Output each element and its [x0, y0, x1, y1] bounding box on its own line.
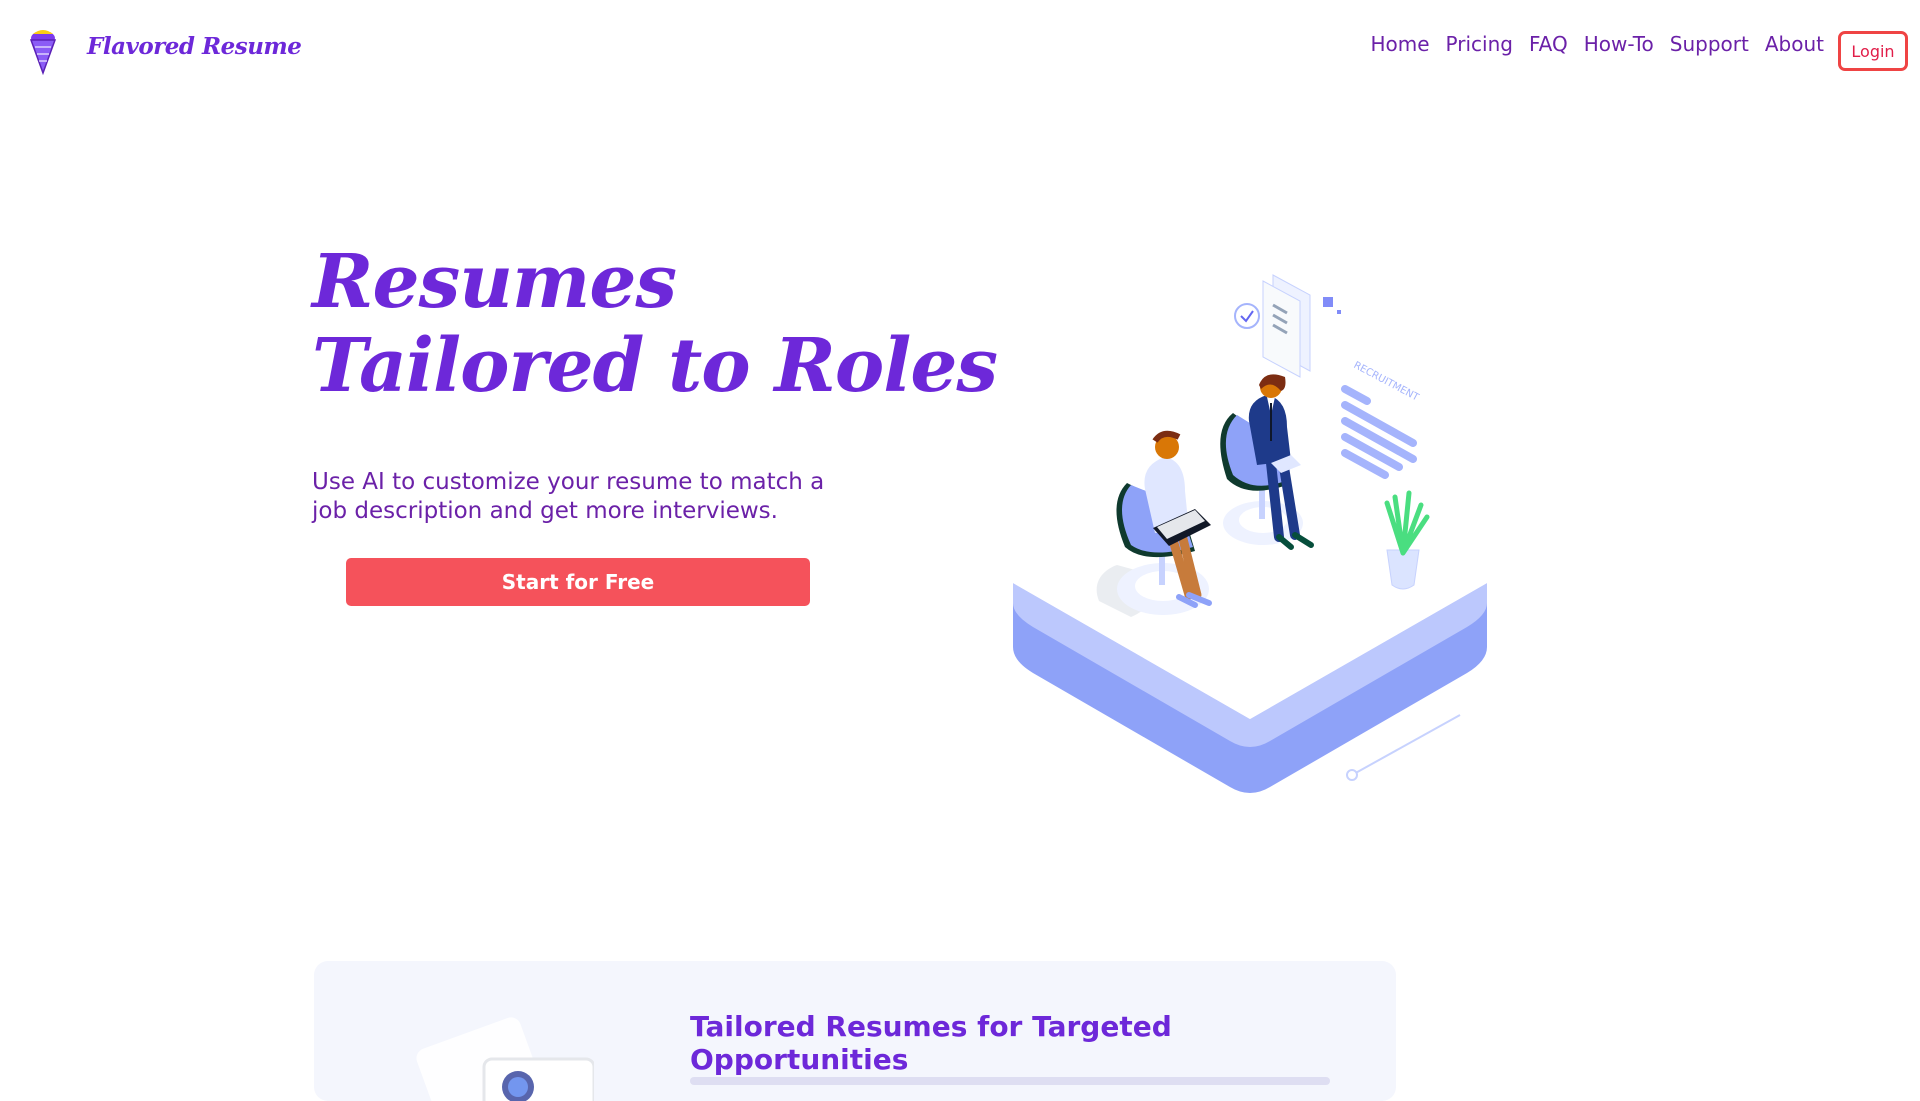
- hero-title: Resumes Tailored to Roles: [312, 239, 998, 409]
- feature-description-fade: [690, 1077, 1330, 1085]
- main-nav: Home Pricing FAQ How-To Support About: [1370, 32, 1824, 56]
- nav-how-to[interactable]: How-To: [1584, 32, 1654, 56]
- recruitment-waiting-room-illustration: RECRUITMENT: [1013, 274, 1487, 793]
- feature-card: Tailored Resumes for Targeted Opportunit…: [314, 961, 1396, 1101]
- resume-document-illustration: [416, 1017, 594, 1101]
- login-button[interactable]: Login: [1838, 31, 1908, 71]
- feature-title: Tailored Resumes for Targeted Opportunit…: [690, 1010, 1172, 1076]
- brand-name[interactable]: Flavored Resume: [87, 33, 302, 60]
- top-navigation-bar: Flavored Resume Home Pricing FAQ How-To …: [0, 0, 1920, 100]
- ice-cream-cone-icon[interactable]: [28, 29, 58, 75]
- start-for-free-button[interactable]: Start for Free: [346, 558, 810, 606]
- nav-home[interactable]: Home: [1370, 32, 1429, 56]
- nav-faq[interactable]: FAQ: [1529, 32, 1568, 56]
- hero-title-line-1: Resumes: [312, 239, 677, 325]
- hero-title-line-2: Tailored to Roles: [312, 323, 998, 409]
- nav-about[interactable]: About: [1765, 32, 1824, 56]
- hero-subtitle: Use AI to customize your resume to match…: [312, 469, 825, 524]
- nav-support[interactable]: Support: [1670, 32, 1749, 56]
- nav-pricing[interactable]: Pricing: [1446, 32, 1513, 56]
